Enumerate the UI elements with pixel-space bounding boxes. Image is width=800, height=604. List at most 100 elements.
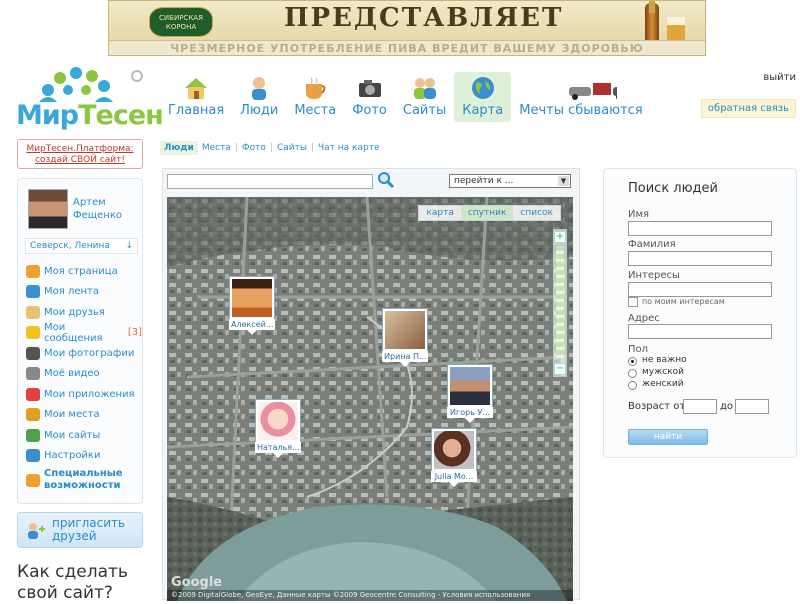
nav-dreams[interactable]: Мечты сбываются (511, 72, 650, 122)
zoom-out-icon[interactable]: − (554, 363, 566, 375)
logo-part-mir: Мир (16, 100, 79, 131)
message-count-badge: [3] (127, 327, 142, 339)
name-field[interactable] (628, 221, 772, 236)
menu-item-settings[interactable]: Настройки (26, 446, 142, 467)
map-type-switcher: карта спутник список (418, 205, 561, 221)
zoom-in-icon[interactable]: + (554, 231, 566, 243)
age-from-field[interactable] (683, 399, 717, 414)
howto-heading[interactable]: Как сделать свой сайт? (17, 562, 157, 604)
banner-title: ПРЕДСТАВЛЯЕТ (284, 3, 564, 33)
person-icon (26, 264, 40, 278)
house-icon (185, 78, 208, 99)
nav-label: Места (294, 103, 337, 118)
interests-field[interactable] (628, 282, 772, 297)
map-type-satellite[interactable]: спутник (460, 206, 514, 220)
subtab-people[interactable]: Люди (160, 141, 198, 155)
subtab-places[interactable]: Места (198, 141, 235, 155)
address-field[interactable] (628, 324, 772, 339)
settings-gear-icon[interactable] (131, 70, 143, 82)
pin-name: Алексей... (229, 319, 275, 330)
nav-map[interactable]: Карта (454, 72, 512, 122)
menu-item-my-sites[interactable]: Мои сайты (26, 425, 142, 446)
my-interests-label: по моим интересам (642, 297, 725, 306)
gender-option-label: не важно (642, 355, 687, 365)
person-map-pin[interactable]: Ирина П... (382, 309, 428, 367)
satellite-map[interactable]: карта спутник список + − Алексей... Ирин… (167, 197, 573, 601)
feedback-link[interactable]: обратная связь (700, 99, 796, 118)
avatar[interactable] (28, 189, 68, 229)
pin-avatar (256, 400, 300, 442)
user-name-link[interactable]: Артем Фещенко (73, 196, 143, 222)
person-icon (252, 77, 267, 100)
cars-icon (568, 83, 617, 100)
banner-health-warning: ЧРЕЗМЕРНОЕ УПОТРЕБЛЕНИЕ ПИВА ВРЕДИТ ВАШЕ… (109, 40, 705, 55)
menu-item-my-photos[interactable]: Мои фотографии (26, 343, 142, 364)
star-icon (26, 473, 40, 487)
map-panel: перейти к ... ▼ карта спутник список + −… (162, 168, 580, 601)
person-map-pin[interactable]: Julia Mo... (431, 429, 477, 487)
menu-item-my-messages[interactable]: Мои сообщения [3] (26, 322, 142, 344)
menu-item-my-places[interactable]: Мои места (26, 405, 142, 426)
platform-promo-link[interactable]: МирТесен.Платформа: создай СВОЙ сайт! (17, 139, 143, 169)
person-map-pin[interactable]: Наталья... (255, 400, 301, 458)
menu-item-my-page[interactable]: Моя страница (26, 261, 142, 282)
find-people-button[interactable]: найти (628, 429, 708, 445)
zoom-control: + − (553, 229, 567, 377)
person-map-pin[interactable]: Алексей... (229, 277, 275, 335)
surname-field[interactable] (628, 251, 772, 266)
promo-line-2: создай СВОЙ сайт! (35, 155, 125, 165)
zoom-slider[interactable] (556, 246, 564, 358)
name-label: Имя (628, 209, 650, 220)
feed-icon (26, 285, 40, 299)
magnifier-icon[interactable] (377, 171, 395, 189)
address-label: Адрес (628, 313, 660, 324)
subtab-sites[interactable]: Сайты (273, 141, 311, 155)
nav-photo[interactable]: Фото (344, 72, 395, 122)
pin-name: Ирина П... (382, 351, 428, 362)
people-search-title: Поиск людей (628, 181, 718, 196)
people-search-panel: Поиск людей Имя Фамилия Интересы по моим… (603, 168, 797, 458)
user-first-name: Артем (73, 197, 106, 208)
google-logo: Google (171, 575, 223, 590)
gender-female-radio[interactable] (628, 381, 637, 390)
map-type-map[interactable]: карта (419, 206, 460, 220)
pin-avatar (448, 365, 492, 407)
gender-option-label: женский (642, 379, 684, 389)
menu-item-my-feed[interactable]: Моя лента (26, 282, 142, 303)
friends-icon (26, 305, 40, 319)
invite-friends-button[interactable]: пригласить друзей (17, 512, 143, 548)
site-logo[interactable]: МирТесен (16, 66, 164, 131)
gender-label: Пол (628, 344, 649, 355)
person-map-pin[interactable]: Игорь У... (447, 365, 493, 423)
gender-option-label: мужской (642, 367, 684, 377)
menu-item-my-video[interactable]: Моё видео (26, 364, 142, 385)
subtab-map-chat[interactable]: Чат на карте (314, 141, 384, 155)
my-interests-checkbox[interactable] (628, 297, 638, 307)
nav-places[interactable]: Места (286, 72, 344, 122)
menu-item-my-friends[interactable]: Мои друзья (26, 302, 142, 323)
menu-item-my-apps[interactable]: Мои приложения (26, 384, 142, 405)
goto-select[interactable]: перейти к ... ▼ (449, 174, 571, 188)
nav-sites[interactable]: Сайты (395, 72, 454, 122)
howto-line-2: свой сайт? (17, 583, 113, 603)
people-circle-logo-icon (39, 67, 113, 102)
sites-icon (26, 428, 40, 442)
gender-male-radio[interactable] (628, 369, 637, 378)
ad-banner[interactable]: СИБИРСКАЯ КОРОНА ПРЕДСТАВЛЯЕТ ЧРЕЗМЕРНОЕ… (108, 0, 706, 56)
age-to-field[interactable] (735, 399, 769, 414)
dropdown-arrow-icon: ▼ (558, 176, 569, 186)
camera-icon (26, 346, 40, 360)
cup-icon (306, 77, 326, 99)
nav-home[interactable]: Главная (160, 72, 232, 122)
map-search-input[interactable] (167, 174, 373, 189)
surname-label: Фамилия (628, 239, 676, 250)
gender-any-radio[interactable] (628, 357, 637, 366)
map-copyright: ©2009 DigitalGlobe, GeoEye, Данные карты… (167, 590, 573, 601)
pin-name: Julia Mo... (431, 471, 477, 482)
map-type-list[interactable]: список (513, 206, 560, 220)
nav-people[interactable]: Люди (232, 72, 286, 122)
subtab-photo[interactable]: Фото (238, 141, 270, 155)
city-selector[interactable]: Северск, Ленина ↓ (25, 238, 138, 254)
menu-item-special-features[interactable]: Специальные возможности (26, 466, 142, 494)
logout-link[interactable]: выйти (701, 72, 796, 83)
